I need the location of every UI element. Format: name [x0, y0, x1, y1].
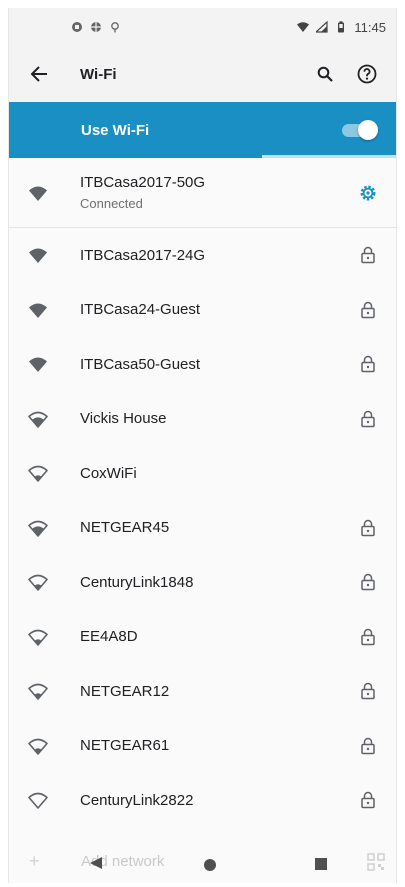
network-name: CenturyLink1848 [80, 573, 194, 591]
network-list: ITBCasa2017-50G Connected ITBCasa2017-24G I… [9, 158, 396, 828]
network-name: ITBCasa2017-50G [80, 174, 206, 191]
lock-icon [340, 410, 396, 428]
battery-icon [338, 21, 345, 33]
search-button[interactable] [304, 46, 346, 102]
lock-icon [340, 628, 396, 646]
wifi-signal-icon [9, 410, 65, 428]
nav-recents-button[interactable] [315, 858, 327, 870]
network-name: NETGEAR61 [80, 737, 170, 755]
network-item[interactable]: ITBCasa2017-24G [9, 228, 396, 283]
network-item[interactable]: CenturyLink1848 [9, 555, 396, 610]
network-item[interactable]: CenturyLink2822 [9, 773, 396, 828]
use-wifi-label: Use Wi-Fi [81, 121, 150, 139]
lock-icon [340, 301, 396, 319]
phone-screen: 11:45 Wi-Fi Use Wi-Fi ITBCasa2017-50G Con… [8, 8, 397, 883]
help-icon [357, 64, 377, 84]
network-item[interactable]: EE4A8D [9, 610, 396, 665]
lock-icon [340, 682, 396, 700]
page-title: Wi-Fi [80, 65, 117, 83]
help-button[interactable] [346, 46, 388, 102]
wifi-signal-icon [9, 573, 65, 592]
lock-icon [340, 519, 396, 537]
wifi-signal-icon [9, 301, 65, 319]
lock-icon [340, 355, 396, 373]
wifi-signal-icon [9, 791, 65, 810]
lock-icon [340, 246, 396, 264]
wifi-status-icon [297, 22, 310, 32]
lock-icon [340, 737, 396, 755]
settings-gear-icon[interactable] [340, 184, 396, 202]
network-item[interactable]: ITBCasa24-Guest [9, 283, 396, 338]
lock-icon [340, 791, 396, 809]
network-item[interactable]: CoxWiFi [9, 446, 396, 501]
network-name: CenturyLink2822 [80, 791, 194, 809]
network-item[interactable]: Vickis House [9, 392, 396, 447]
qr-code-icon[interactable] [367, 853, 385, 871]
wifi-signal-icon [9, 519, 65, 537]
globe-icon [91, 22, 101, 32]
clock: 11:45 [354, 19, 386, 35]
network-item[interactable]: ITBCasa2017-50G Connected [9, 158, 396, 228]
use-wifi-bar[interactable]: Use Wi-Fi [9, 102, 396, 158]
back-button[interactable] [9, 46, 69, 102]
network-item[interactable]: NETGEAR61 [9, 719, 396, 774]
lock-icon [340, 573, 396, 591]
status-bar: 11:45 [9, 8, 396, 46]
wifi-toggle[interactable] [340, 118, 378, 142]
wifi-signal-icon [9, 628, 65, 646]
location-icon [111, 22, 119, 33]
wifi-signal-icon [9, 246, 65, 264]
search-icon [317, 66, 333, 82]
cell-signal-icon [316, 21, 329, 33]
arrow-back-icon [30, 66, 47, 82]
network-name: EE4A8D [80, 628, 138, 646]
network-item[interactable]: ITBCasa50-Guest [9, 337, 396, 392]
network-name: ITBCasa2017-24G [80, 246, 206, 264]
network-item[interactable]: NETGEAR45 [9, 501, 396, 556]
network-name: ITBCasa50-Guest [80, 355, 201, 373]
network-item[interactable]: NETGEAR12 [9, 664, 396, 719]
wifi-signal-icon [9, 464, 65, 483]
network-name: ITBCasa24-Guest [80, 301, 201, 319]
add-icon: + [29, 851, 40, 871]
network-name: NETGEAR45 [80, 519, 170, 537]
wifi-signal-icon [9, 737, 65, 755]
wifi-signal-icon [9, 355, 65, 373]
network-status: Connected [80, 196, 143, 211]
network-name: NETGEAR12 [80, 682, 170, 700]
network-name: CoxWiFi [80, 464, 137, 482]
wifi-signal-icon [9, 184, 65, 202]
nav-home-button[interactable] [204, 859, 216, 871]
navigation-bar: + Add network [9, 843, 396, 883]
wifi-signal-icon [9, 682, 65, 701]
nav-back-icon[interactable] [89, 856, 103, 870]
network-name: Vickis House [80, 410, 167, 428]
app-bar: Wi-Fi [9, 46, 396, 102]
vpn-icon [72, 22, 82, 32]
